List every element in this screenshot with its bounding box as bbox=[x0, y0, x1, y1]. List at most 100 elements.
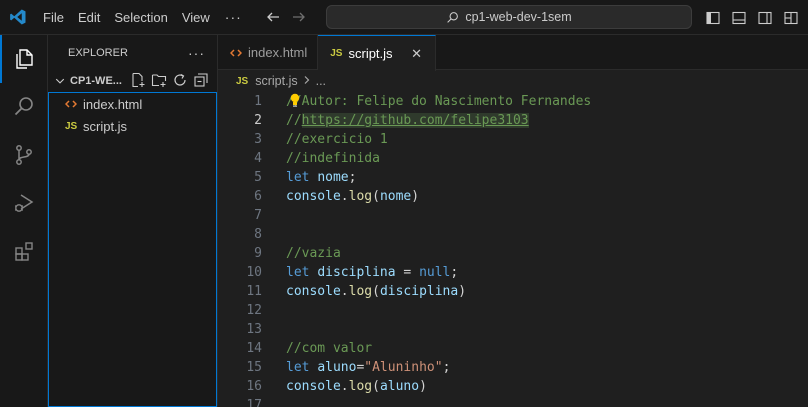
code-token: let bbox=[286, 265, 318, 280]
search-view-icon[interactable] bbox=[0, 83, 48, 131]
line-number: 7 bbox=[254, 208, 262, 223]
code-token: = bbox=[395, 265, 420, 280]
code-line[interactable]: 13 bbox=[218, 320, 808, 339]
menu-bar: File Edit Selection View ··· bbox=[36, 0, 250, 35]
code-text: //Autor: Felipe do Nascimento Fernandes bbox=[286, 92, 591, 111]
source-control-icon[interactable] bbox=[0, 131, 48, 179]
menu-edit[interactable]: Edit bbox=[71, 0, 107, 35]
code-token: disciplina bbox=[317, 265, 396, 280]
code-text: //https://github.com/felipe3103 bbox=[286, 111, 529, 130]
code-line[interactable]: 3 //exercicio 1 bbox=[218, 130, 808, 149]
code-token: //com valor bbox=[286, 341, 373, 356]
code-token: disciplina bbox=[379, 284, 459, 299]
search-text: cp1-web-dev-1sem bbox=[465, 10, 572, 24]
code-token: // bbox=[286, 113, 302, 128]
line-number: 10 bbox=[246, 265, 262, 280]
menu-view[interactable]: View bbox=[175, 0, 217, 35]
breadcrumb-symbol[interactable]: ... bbox=[316, 74, 326, 88]
line-number: 16 bbox=[246, 379, 262, 394]
workspace-folder[interactable]: CP1-WE... bbox=[48, 70, 217, 92]
code-line[interactable]: 1 //Autor: Felipe do Nascimento Fernandes bbox=[218, 92, 808, 111]
toggle-secondary-sidebar-icon[interactable] bbox=[754, 7, 776, 29]
explorer-sidebar: EXPLORER ··· CP1-WE... index.html JS scr… bbox=[48, 35, 218, 407]
new-folder-icon[interactable] bbox=[151, 72, 167, 91]
code-line[interactable]: 16 console.log(aluno) bbox=[218, 377, 808, 396]
menu-more-button[interactable]: ··· bbox=[217, 9, 250, 25]
code-line[interactable]: 15 let aluno="Aluninho"; bbox=[218, 358, 808, 377]
explorer-header: EXPLORER ··· bbox=[48, 35, 217, 70]
code-text: //vazia bbox=[286, 244, 341, 263]
command-center-search[interactable]: cp1-web-dev-1sem bbox=[326, 5, 692, 29]
code-text: console.log(nome) bbox=[286, 187, 419, 206]
code-line[interactable]: 9 //vazia bbox=[218, 244, 808, 263]
html-file-icon bbox=[230, 47, 242, 59]
line-number: 4 bbox=[254, 151, 262, 166]
code-lines: 1 //Autor: Felipe do Nascimento Fernandes… bbox=[218, 92, 808, 407]
line-number: 15 bbox=[246, 360, 262, 375]
line-number: 17 bbox=[246, 398, 262, 407]
tab-index-html[interactable]: index.html bbox=[218, 35, 319, 70]
code-token: ) bbox=[458, 284, 467, 299]
line-number: 13 bbox=[246, 322, 262, 337]
code-text: let aluno="Aluninho"; bbox=[286, 358, 450, 377]
code-line[interactable]: 11 console.log(disciplina) bbox=[218, 282, 808, 301]
code-line[interactable]: 8 bbox=[218, 225, 808, 244]
code-line[interactable]: 10 let disciplina = null; bbox=[218, 263, 808, 282]
code-token: ; bbox=[450, 265, 459, 280]
refresh-icon[interactable] bbox=[172, 72, 188, 91]
code-token: log bbox=[348, 189, 373, 204]
code-link[interactable]: https://github.com/felipe3103 bbox=[301, 113, 529, 128]
toggle-panel-icon[interactable] bbox=[728, 7, 750, 29]
breadcrumb-file[interactable]: script.js bbox=[255, 74, 297, 88]
file-tree: index.html JS script.js bbox=[48, 92, 217, 407]
editor-tabs: index.html JS script.js ✕ bbox=[218, 35, 808, 71]
vscode-logo-icon[interactable] bbox=[0, 0, 36, 35]
js-file-icon: JS bbox=[236, 75, 249, 87]
code-line[interactable]: 5 let nome; bbox=[218, 168, 808, 187]
code-line[interactable]: 12 bbox=[218, 301, 808, 320]
forward-arrow-icon[interactable] bbox=[286, 4, 312, 30]
code-text: console.log(disciplina) bbox=[286, 282, 466, 301]
code-line[interactable]: 4 //indefinida bbox=[218, 149, 808, 168]
code-line[interactable]: 7 bbox=[218, 206, 808, 225]
code-text: let nome; bbox=[286, 168, 356, 187]
close-icon[interactable]: ✕ bbox=[409, 46, 425, 62]
explorer-icon[interactable] bbox=[0, 35, 48, 83]
back-arrow-icon[interactable] bbox=[260, 4, 286, 30]
file-item-index-html[interactable]: index.html bbox=[49, 93, 216, 115]
code-token: aluno bbox=[379, 379, 420, 394]
customize-layout-icon[interactable] bbox=[780, 7, 802, 29]
code-token: nome bbox=[379, 189, 412, 204]
toggle-primary-sidebar-icon[interactable] bbox=[702, 7, 724, 29]
line-number: 14 bbox=[246, 341, 262, 356]
code-editor[interactable]: 1 //Autor: Felipe do Nascimento Fernandes… bbox=[218, 92, 808, 407]
menu-file[interactable]: File bbox=[36, 0, 71, 35]
code-text: console.log(aluno) bbox=[286, 377, 427, 396]
code-token: . bbox=[340, 189, 349, 204]
menu-selection[interactable]: Selection bbox=[107, 0, 174, 35]
line-number: 8 bbox=[254, 227, 262, 242]
tab-label: script.js bbox=[348, 46, 393, 61]
code-line[interactable]: 17 bbox=[218, 396, 808, 407]
code-text: //com valor bbox=[286, 339, 372, 358]
layout-controls bbox=[702, 0, 808, 35]
code-line[interactable]: 6 console.log(nome) bbox=[218, 187, 808, 206]
code-text: //exercicio 1 bbox=[286, 130, 388, 149]
run-and-debug-icon[interactable] bbox=[0, 179, 48, 227]
file-item-script-js[interactable]: JS script.js bbox=[49, 115, 216, 137]
code-line[interactable]: 14 //com valor bbox=[218, 339, 808, 358]
tab-script-js[interactable]: JS script.js ✕ bbox=[318, 35, 436, 71]
breadcrumb: JS script.js ... bbox=[218, 70, 808, 92]
collapse-all-icon[interactable] bbox=[193, 72, 209, 91]
activity-bar bbox=[0, 35, 48, 407]
extensions-icon[interactable] bbox=[0, 227, 48, 275]
lightbulb-icon[interactable] bbox=[289, 93, 301, 108]
new-file-icon[interactable] bbox=[130, 72, 146, 91]
code-token: console bbox=[286, 284, 341, 299]
explorer-more-button[interactable]: ··· bbox=[188, 45, 205, 61]
code-token: log bbox=[348, 284, 373, 299]
code-line[interactable]: 2 //https://github.com/felipe3103 bbox=[218, 111, 808, 130]
code-token: . bbox=[340, 379, 349, 394]
explorer-title: EXPLORER bbox=[68, 46, 128, 59]
code-token: "Aluninho" bbox=[364, 360, 443, 375]
